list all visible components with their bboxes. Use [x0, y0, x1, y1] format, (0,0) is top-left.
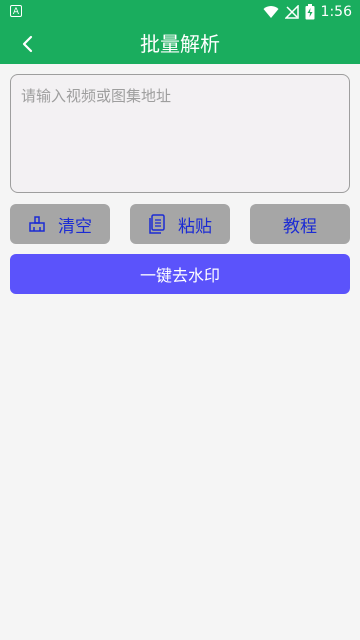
- status-bar: A 1:56: [0, 0, 360, 24]
- status-time: 1:56: [320, 4, 352, 20]
- back-button[interactable]: [8, 24, 48, 64]
- paste-button[interactable]: 粘贴: [130, 204, 230, 244]
- tutorial-button[interactable]: 教程: [250, 204, 350, 244]
- tutorial-button-label: 教程: [283, 216, 317, 237]
- clear-button[interactable]: 清空: [10, 204, 110, 244]
- remove-watermark-button[interactable]: 一键去水印: [10, 254, 350, 294]
- paste-button-label: 粘贴: [178, 216, 212, 237]
- clear-button-label: 清空: [58, 216, 92, 237]
- battery-charging-icon: [305, 4, 315, 20]
- url-input[interactable]: [10, 74, 350, 193]
- wifi-icon: [263, 6, 279, 19]
- clipboard-icon: [149, 214, 165, 234]
- chevron-left-icon: [22, 35, 33, 53]
- status-icons: 1:56: [263, 2, 352, 22]
- app-bar: 批量解析: [0, 24, 360, 64]
- page-title: 批量解析: [140, 32, 220, 56]
- remove-watermark-label: 一键去水印: [139, 266, 220, 285]
- broom-icon: [29, 216, 45, 232]
- signal-off-icon: [284, 5, 299, 19]
- app-notification-icon: A: [10, 5, 22, 17]
